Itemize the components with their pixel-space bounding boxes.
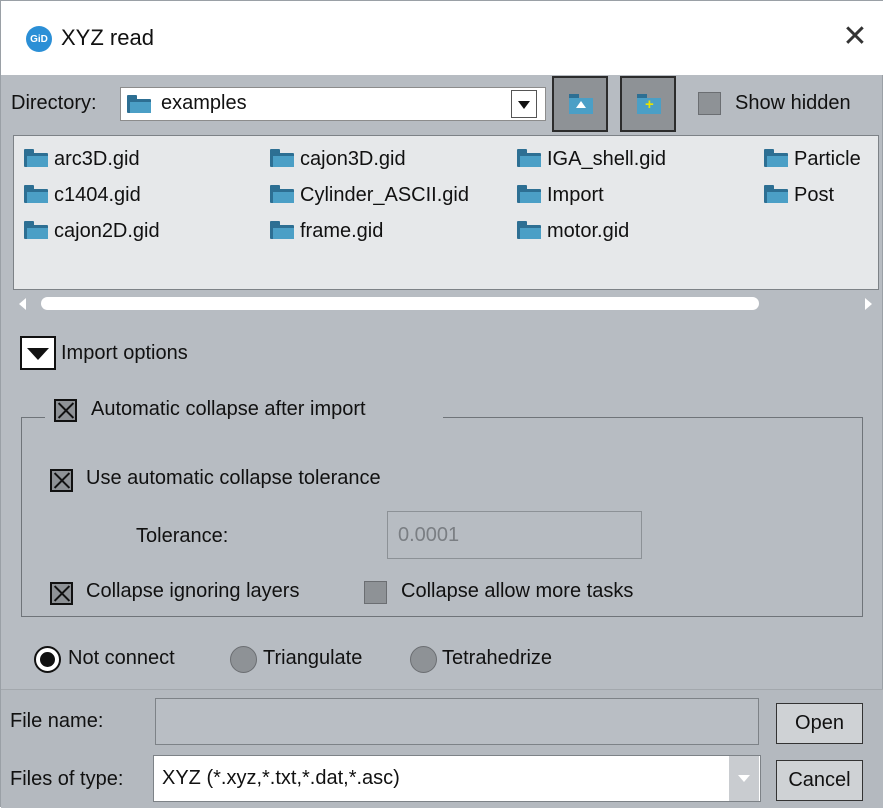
chevron-down-icon[interactable] <box>511 90 537 118</box>
file-name-label: File name: <box>10 710 104 732</box>
horizontal-scrollbar[interactable] <box>13 291 879 317</box>
folder-icon <box>764 148 788 167</box>
list-item[interactable]: frame.gid <box>270 220 383 243</box>
list-item[interactable]: Post <box>764 184 834 207</box>
list-item[interactable]: Particle <box>764 148 861 171</box>
tolerance-label: Tolerance: <box>136 525 229 547</box>
radio-not-connect[interactable] <box>34 646 61 673</box>
scroll-left-icon[interactable] <box>19 298 26 310</box>
list-item[interactable]: Cylinder_ASCII.gid <box>270 184 469 207</box>
folder-icon <box>24 148 48 167</box>
import-options-toggle[interactable] <box>20 336 56 370</box>
use-tolerance-label: Use automatic collapse tolerance <box>86 467 381 489</box>
folder-icon <box>24 220 48 239</box>
radio-tetrahedrize[interactable] <box>410 646 437 673</box>
folder-icon <box>24 184 48 203</box>
list-item[interactable]: cajon3D.gid <box>270 148 406 171</box>
radio-not-connect-label: Not connect <box>68 647 175 669</box>
list-item[interactable]: arc3D.gid <box>24 148 140 171</box>
radio-triangulate-label: Triangulate <box>263 647 363 669</box>
folder-icon <box>127 95 151 113</box>
new-folder-button[interactable] <box>620 76 676 132</box>
window-title: XYZ read <box>61 25 154 50</box>
folder-icon <box>270 148 294 167</box>
title-bar: GiD XYZ read ✕ <box>1 1 883 75</box>
file-name-input[interactable] <box>155 698 759 745</box>
list-item[interactable]: motor.gid <box>517 220 629 243</box>
show-hidden-checkbox[interactable] <box>698 92 721 115</box>
folder-icon <box>270 184 294 203</box>
import-options-header: Import options <box>61 342 188 364</box>
parent-directory-button[interactable] <box>552 76 608 132</box>
tolerance-input[interactable]: 0.0001 <box>387 511 642 559</box>
xyz-read-dialog: GiD XYZ read ✕ Directory: examples Show … <box>0 0 883 808</box>
folder-icon <box>517 184 541 203</box>
collapse-allow-more-tasks-checkbox[interactable] <box>364 581 387 604</box>
open-button[interactable]: Open <box>776 703 863 744</box>
radio-triangulate[interactable] <box>230 646 257 673</box>
list-item[interactable]: c1404.gid <box>24 184 141 207</box>
files-of-type-select[interactable]: XYZ (*.xyz,*.txt,*.dat,*.asc) <box>153 755 761 802</box>
close-icon[interactable]: ✕ <box>839 19 871 55</box>
show-hidden-label: Show hidden <box>735 92 851 114</box>
folder-icon <box>517 148 541 167</box>
list-item[interactable]: Import <box>517 184 604 207</box>
collapse-ignoring-layers-label: Collapse ignoring layers <box>86 580 300 602</box>
use-tolerance-checkbox[interactable] <box>50 469 73 492</box>
radio-tetrahedrize-label: Tetrahedrize <box>442 647 553 669</box>
directory-value: examples <box>161 92 247 114</box>
directory-combobox[interactable]: examples <box>120 87 546 121</box>
list-item[interactable]: cajon2D.gid <box>24 220 160 243</box>
automatic-collapse-label: Automatic collapse after import <box>91 398 366 420</box>
chevron-down-icon[interactable] <box>729 756 759 801</box>
directory-label: Directory: <box>11 92 97 114</box>
cancel-button[interactable]: Cancel <box>776 760 863 801</box>
folder-up-icon <box>569 94 593 114</box>
new-folder-icon <box>637 94 661 114</box>
collapse-ignoring-layers-checkbox[interactable] <box>50 582 73 605</box>
gid-app-icon: GiD <box>26 26 52 52</box>
folder-icon <box>270 220 294 239</box>
folder-icon <box>764 184 788 203</box>
folder-icon <box>517 220 541 239</box>
scroll-right-icon[interactable] <box>865 298 872 310</box>
collapse-allow-more-tasks-label: Collapse allow more tasks <box>401 580 634 602</box>
scrollbar-thumb[interactable] <box>41 297 759 310</box>
automatic-collapse-checkbox[interactable] <box>54 399 77 422</box>
list-item[interactable]: IGA_shell.gid <box>517 148 666 171</box>
files-of-type-label: Files of type: <box>10 768 124 790</box>
file-list[interactable]: arc3D.gid c1404.gid cajon2D.gid cajon3D.… <box>13 135 879 290</box>
